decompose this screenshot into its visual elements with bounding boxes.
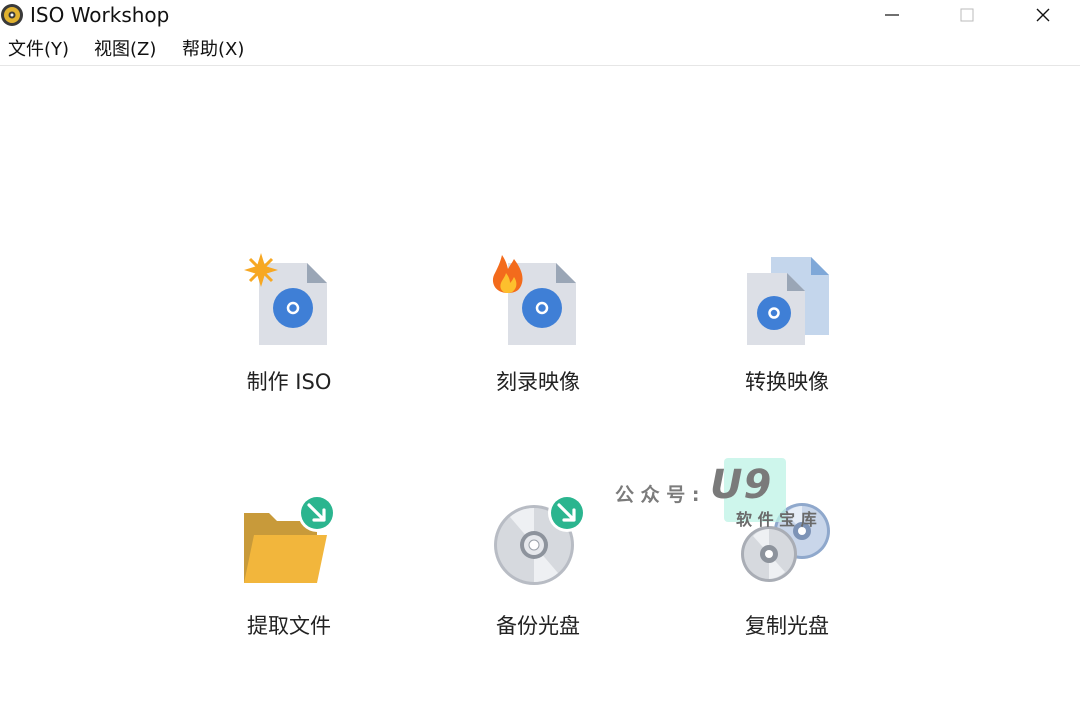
title-bar: ISO Workshop	[0, 0, 1080, 32]
app-logo-icon	[1, 4, 23, 26]
convert-image-icon	[747, 257, 829, 345]
backup-disc-icon	[494, 494, 586, 585]
minimize-button[interactable]	[869, 0, 915, 30]
menu-file[interactable]: 文件(Y)	[8, 37, 69, 63]
minimize-icon	[885, 14, 899, 16]
copy-disc-icon	[741, 503, 830, 582]
close-button[interactable]	[1020, 0, 1066, 30]
copy-disc-label: 复制光盘	[745, 614, 829, 638]
convert-image-label: 转换映像	[745, 370, 829, 394]
burn-image-label: 刻录映像	[496, 370, 580, 394]
burn-image-button[interactable]: 刻录映像	[438, 245, 638, 415]
backup-disc-label: 备份光盘	[496, 614, 580, 638]
convert-image-button[interactable]: 转换映像	[687, 245, 887, 415]
make-iso-button[interactable]: 制作 ISO	[189, 245, 389, 415]
menu-view[interactable]: 视图(Z)	[94, 37, 156, 63]
extract-files-label: 提取文件	[247, 614, 331, 638]
make-iso-label: 制作 ISO	[246, 370, 332, 394]
menu-help[interactable]: 帮助(X)	[182, 37, 244, 63]
window-title: ISO Workshop	[30, 3, 170, 27]
new-iso-icon	[244, 253, 327, 345]
extract-files-icon	[244, 494, 336, 583]
backup-disc-button[interactable]: 备份光盘	[438, 487, 638, 657]
burn-image-icon	[492, 255, 576, 345]
maximize-button[interactable]	[944, 0, 990, 30]
copy-disc-button[interactable]: 复制光盘	[687, 487, 887, 657]
menu-bar: 文件(Y) 视图(Z) 帮助(X)	[0, 36, 1080, 66]
extract-files-button[interactable]: 提取文件	[189, 487, 389, 657]
maximize-icon	[960, 8, 974, 22]
close-icon	[1036, 8, 1050, 22]
